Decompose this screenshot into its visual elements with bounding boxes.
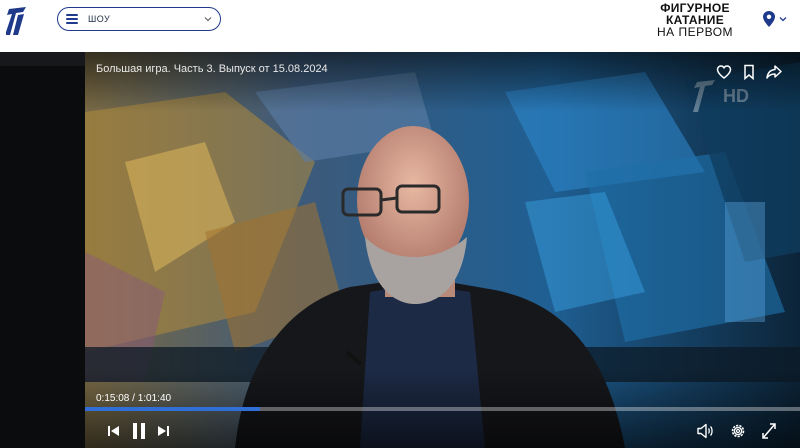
figure-skating-promo[interactable]: ФИГУРНОЕ КАТАНИЕ НА ПЕРВОМ [640,2,750,38]
left-panel [0,52,85,448]
video-player[interactable]: HD Большая игра. Часть 3. Выпуск от 15.0… [85,52,800,448]
section-dropdown[interactable]: ШОУ [57,7,221,31]
share-icon[interactable] [766,64,782,80]
time-separator: / [132,393,135,404]
location-chevron-icon[interactable] [779,15,787,23]
location-pin-icon[interactable] [762,10,776,28]
video-frame: HD [85,52,800,448]
progress-fill [85,407,261,411]
channel-one-logo[interactable] [6,6,28,36]
bookmark-icon[interactable] [741,64,757,80]
next-icon[interactable] [154,421,172,441]
time-current: 0:15:08 [96,393,130,404]
settings-icon[interactable] [729,421,747,441]
menu-icon [66,14,78,24]
video-title: Большая игра. Часть 3. Выпуск от 15.08.2… [96,63,328,75]
section-dropdown-label: ШОУ [88,14,111,24]
time-total: 1:01:40 [137,393,172,404]
time-display: 0:15:08 / 1:01:40 [96,393,171,404]
fullscreen-icon[interactable] [760,421,778,441]
heart-icon[interactable] [716,64,732,80]
volume-icon[interactable] [696,421,714,441]
promo-line-3: НА ПЕРВОМ [656,25,734,39]
site-header: ШОУ ФИГУРНОЕ КАТАНИЕ НА ПЕРВОМ [0,0,800,52]
left-panel-tab [0,52,85,66]
pause-icon[interactable] [130,421,148,441]
previous-icon[interactable] [105,421,123,441]
progress-bar[interactable] [85,407,800,411]
chevron-down-icon [204,17,212,22]
